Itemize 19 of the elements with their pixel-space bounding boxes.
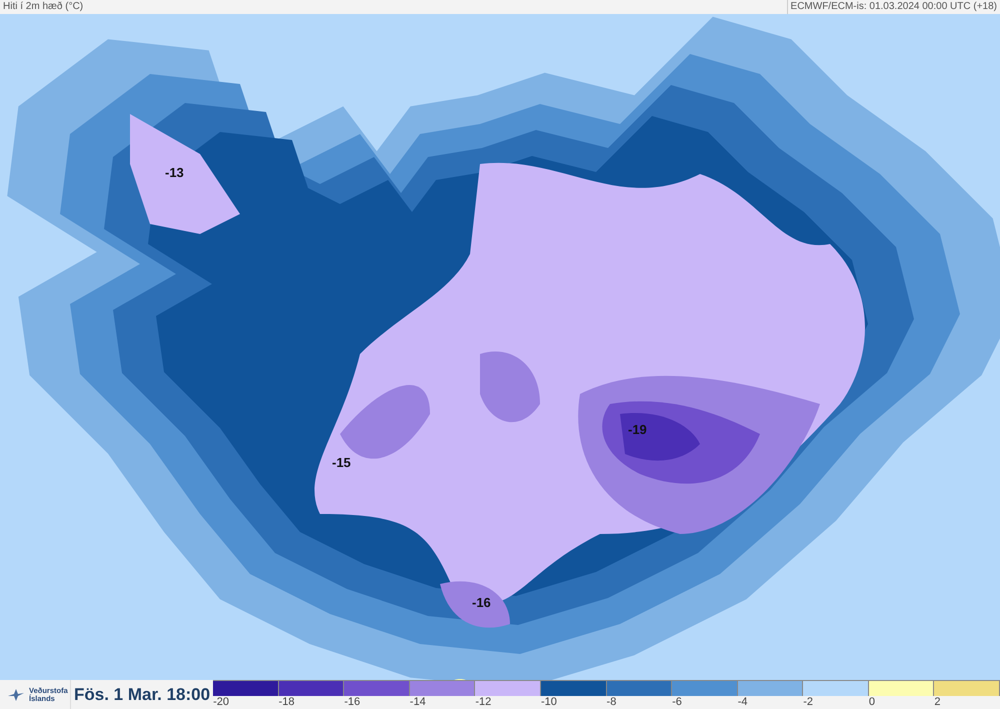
scale-label: -8 xyxy=(606,696,616,709)
scale-label: -6 xyxy=(672,696,682,709)
scale-label: -16 xyxy=(344,696,360,709)
scale-label: -20 xyxy=(213,696,229,709)
logo-icon xyxy=(6,686,26,702)
scale-label: -14 xyxy=(410,696,426,709)
scale-label: 2 xyxy=(934,696,941,709)
temperature-label: -13 xyxy=(165,165,184,180)
scale-label: -2 xyxy=(803,696,814,709)
scale-label: -18 xyxy=(278,696,295,709)
scale-label: 0 xyxy=(868,696,875,709)
map-title: Hiti í 2m hæð (°C) xyxy=(2,0,84,14)
temperature-label: -15 xyxy=(332,455,351,470)
scale-label: -12 xyxy=(475,696,492,709)
scale-label: -10 xyxy=(540,696,557,709)
temperature-label: -16 xyxy=(472,595,491,610)
valid-time: Fös. 1 Mar. 18:00 xyxy=(73,684,212,706)
scale-label: -4 xyxy=(738,696,748,709)
temperature-label: -19 xyxy=(628,422,647,437)
